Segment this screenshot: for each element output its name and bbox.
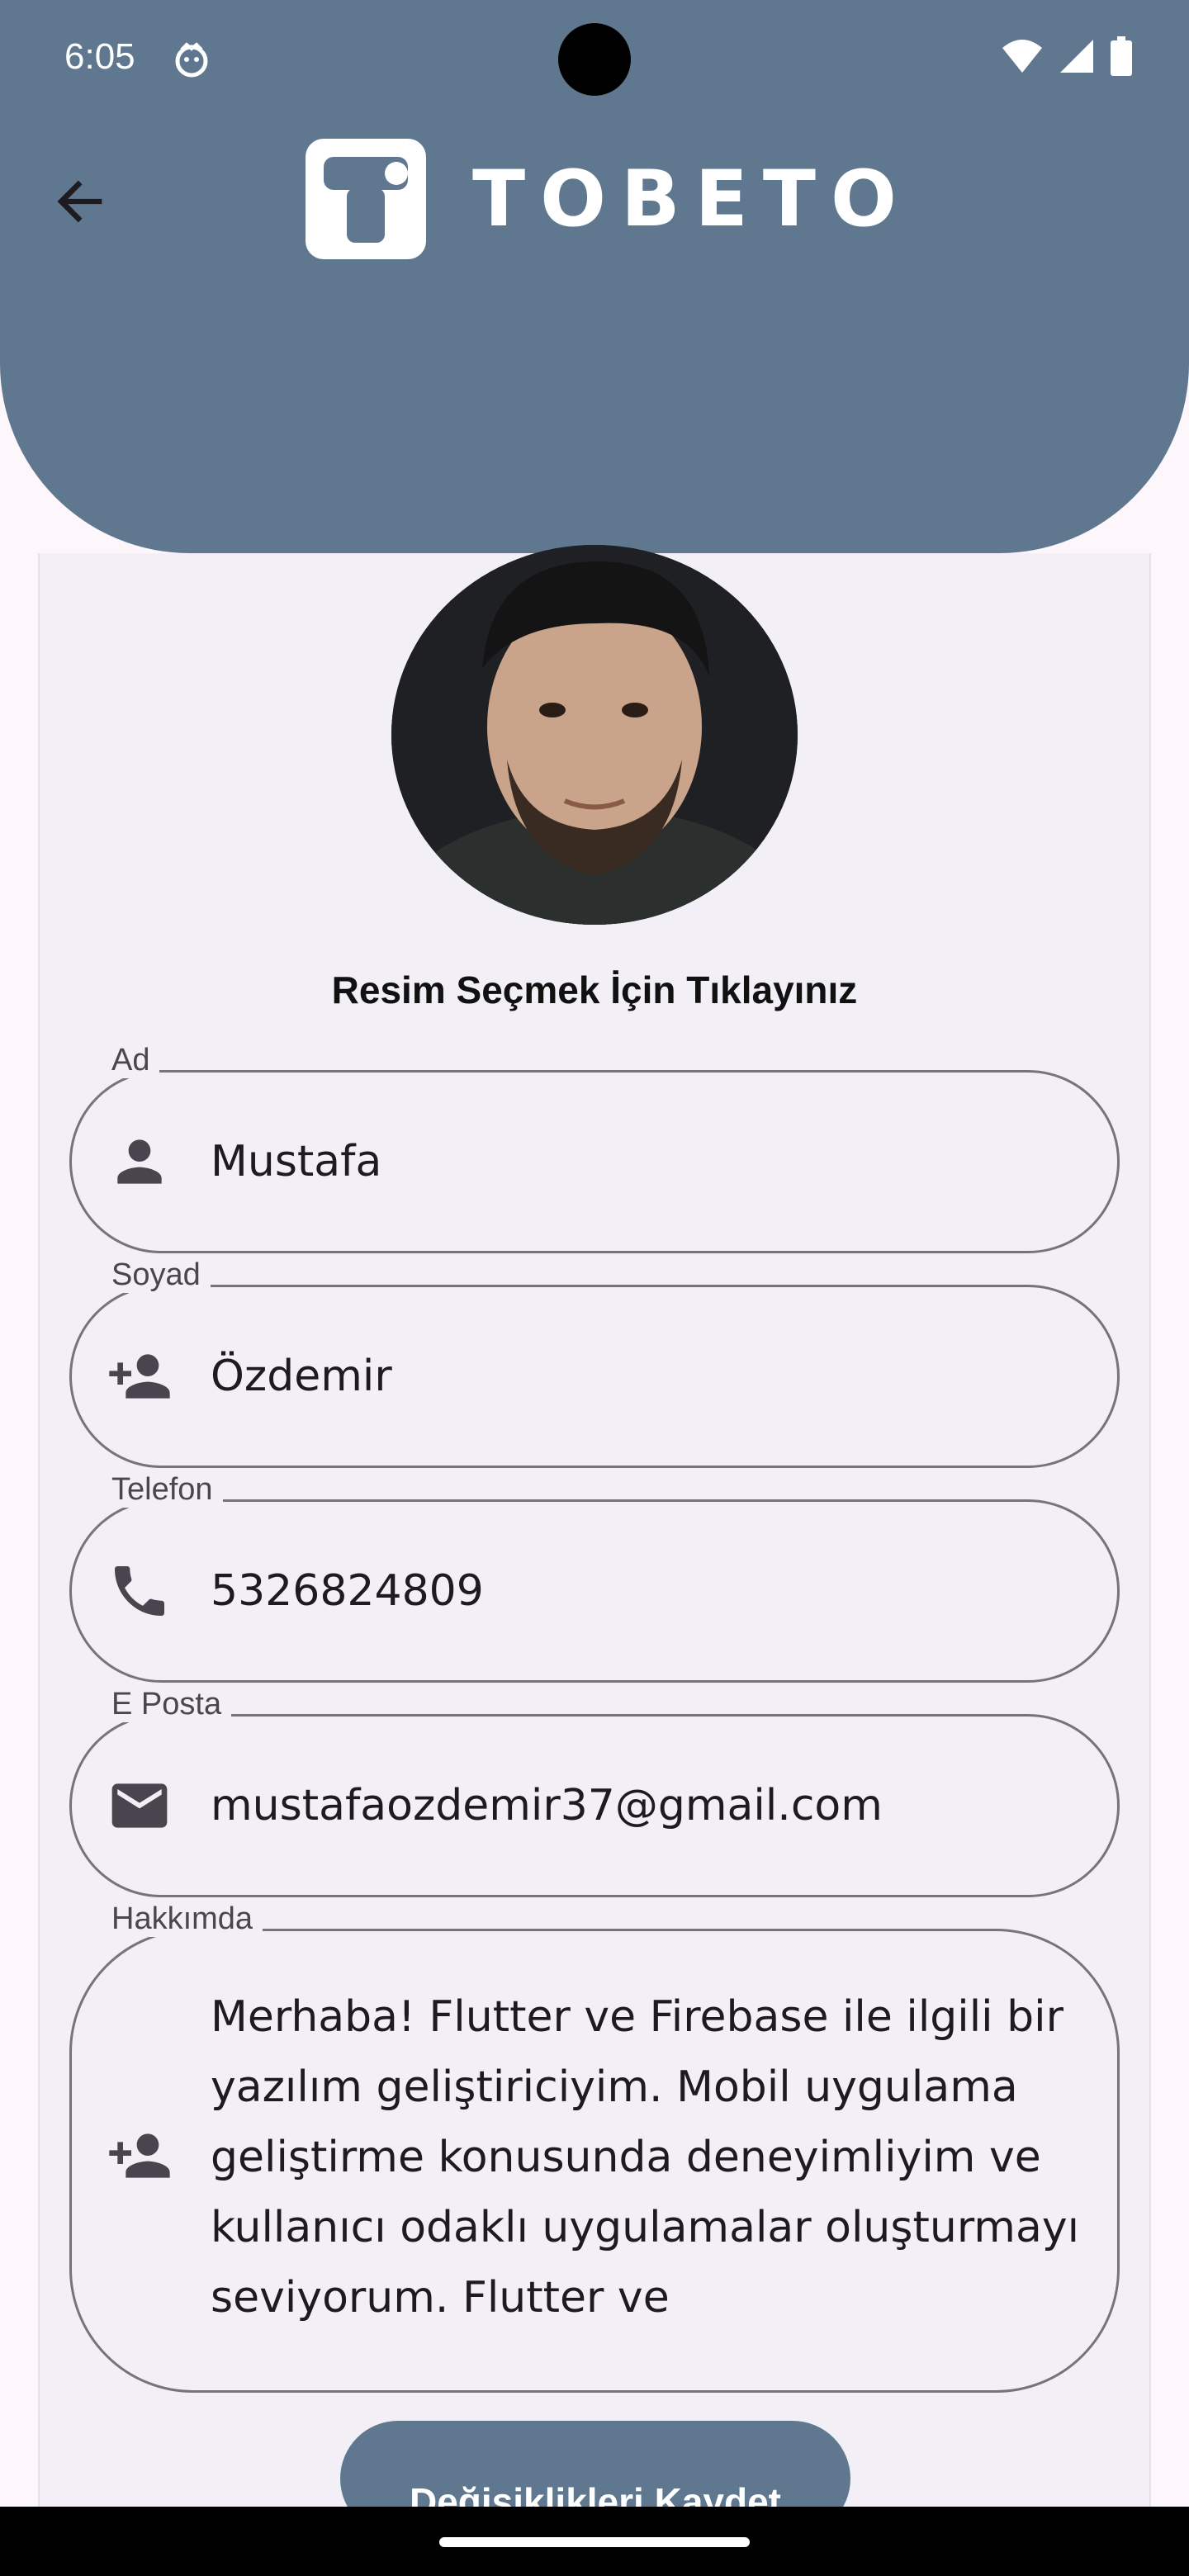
wifi-icon: [1002, 40, 1042, 73]
phone-input[interactable]: 5326824809: [211, 1502, 484, 1680]
first-name-field[interactable]: Ad Mustafa: [69, 1043, 1120, 1253]
phone-label: Telefon: [102, 1472, 223, 1508]
about-label: Hakkımda: [102, 1901, 263, 1937]
status-time: 6:05: [64, 36, 135, 77]
last-name-field[interactable]: Soyad Özdemir: [69, 1257, 1120, 1468]
first-name-label: Ad: [102, 1043, 160, 1078]
app-notification-icon: [175, 42, 208, 78]
phone-icon: [115, 1566, 164, 1616]
signal-icon: [1060, 40, 1093, 73]
tobeto-logo-mark: [306, 139, 426, 259]
email-field[interactable]: E Posta mustafaozdemir37@gmail.com: [69, 1687, 1120, 1897]
tobeto-logo: TOBETO: [306, 139, 912, 259]
system-nav-bar: [0, 2507, 1189, 2576]
back-arrow-icon[interactable]: [50, 170, 112, 233]
person-icon: [117, 1139, 162, 1184]
pick-image-label[interactable]: Resim Seçmek İçin Tıklayınız: [0, 968, 1189, 1012]
person-add-icon: [109, 1354, 170, 1399]
battery-icon: [1111, 36, 1132, 76]
about-input[interactable]: Merhaba! Flutter ve Firebase ile ilgili …: [211, 1982, 1086, 2333]
last-name-input[interactable]: Özdemir: [211, 1287, 392, 1466]
profile-avatar[interactable]: [391, 545, 798, 925]
last-name-label: Soyad: [102, 1257, 211, 1293]
mail-icon: [111, 1783, 168, 1828]
email-input[interactable]: mustafaozdemir37@gmail.com: [211, 1717, 883, 1895]
logo-text: TOBETO: [472, 154, 912, 244]
avatar-photo: [391, 545, 798, 925]
phone-field[interactable]: Telefon 5326824809: [69, 1472, 1120, 1683]
home-gesture-handle[interactable]: [439, 2537, 750, 2547]
person-add-icon: [109, 2133, 170, 2178]
about-field[interactable]: Hakkımda Merhaba! Flutter ve Firebase il…: [69, 1901, 1120, 2393]
camera-cutout: [558, 23, 631, 96]
first-name-input[interactable]: Mustafa: [211, 1073, 381, 1251]
